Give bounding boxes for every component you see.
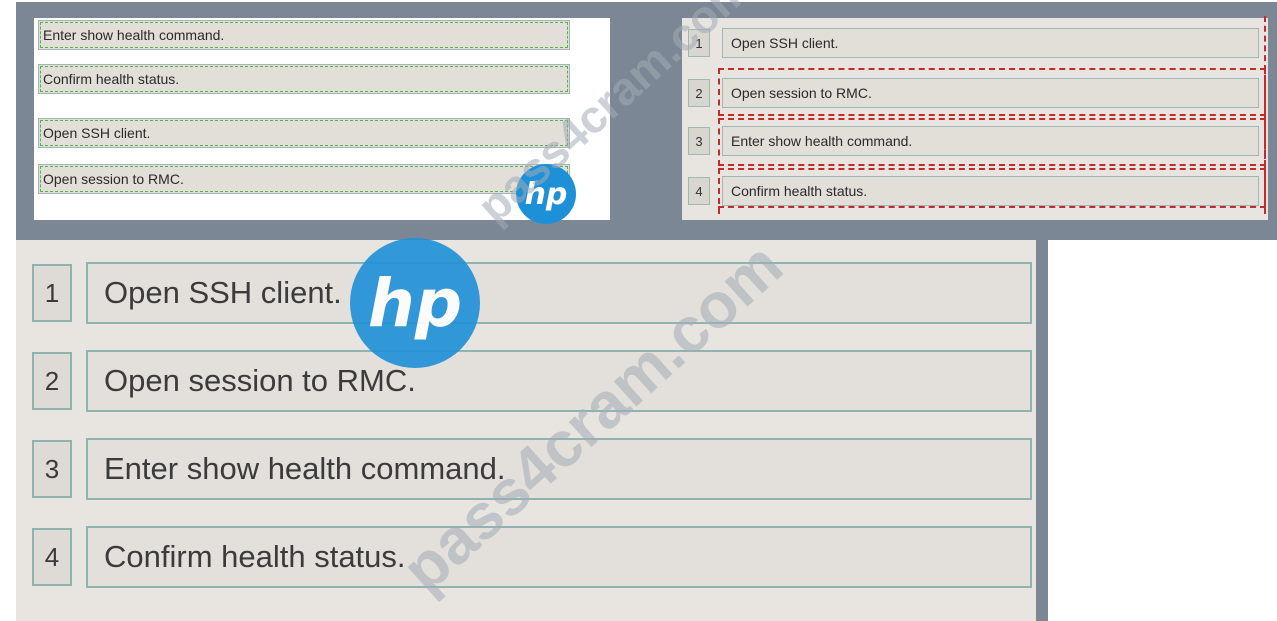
zoomed-answer-slot: Enter show health command.: [86, 438, 1032, 500]
zoomed-answer-panel: 1 Open SSH client. 2 Open session to RMC…: [16, 240, 1036, 621]
zoomed-row: 2 Open session to RMC.: [32, 344, 1032, 414]
zoomed-step-number: 3: [32, 440, 72, 498]
source-item[interactable]: Enter show health command.: [38, 20, 570, 50]
zoomed-row: 1 Open SSH client.: [32, 256, 1032, 326]
hp-logo: hp: [350, 238, 480, 368]
source-item-label: Open SSH client.: [43, 125, 151, 141]
answer-row: 2 Open session to RMC.: [682, 76, 1265, 112]
source-item-label: Enter show health command.: [43, 27, 225, 43]
answer-row: 3 Enter show health command.: [682, 124, 1265, 160]
zoomed-answer-slot: Confirm health status.: [86, 526, 1032, 588]
answer-slot[interactable]: Open session to RMC.: [722, 78, 1259, 108]
zoomed-step-number: 2: [32, 352, 72, 410]
source-item[interactable]: Confirm health status.: [38, 64, 570, 94]
answer-panel: 1 Open SSH client. 2 Open session to RMC…: [682, 16, 1268, 220]
step-number: 3: [688, 127, 710, 155]
step-number: 2: [688, 79, 710, 107]
answer-row: 1 Open SSH client.: [682, 26, 1265, 62]
zoomed-answer-slot: Open SSH client.: [86, 262, 1032, 324]
source-item[interactable]: Open SSH client.: [38, 118, 570, 148]
answer-slot[interactable]: Enter show health command.: [722, 126, 1259, 156]
step-number: 1: [688, 29, 710, 57]
source-item-label: Open session to RMC.: [43, 171, 184, 187]
zoomed-row: 4 Confirm health status.: [32, 520, 1032, 590]
zoomed-step-number: 4: [32, 528, 72, 586]
answer-slot[interactable]: Confirm health status.: [722, 176, 1259, 206]
source-item[interactable]: Open session to RMC.: [38, 164, 570, 194]
step-number: 4: [688, 177, 710, 205]
answer-slot[interactable]: Open SSH client.: [722, 28, 1259, 58]
zoomed-step-number: 1: [32, 264, 72, 322]
source-item-label: Confirm health status.: [43, 71, 180, 87]
zoomed-row: 3 Enter show health command.: [32, 432, 1032, 502]
answer-row: 4 Confirm health status.: [682, 174, 1265, 210]
hp-logo: hp: [516, 164, 576, 224]
zoomed-answer-slot: Open session to RMC.: [86, 350, 1032, 412]
